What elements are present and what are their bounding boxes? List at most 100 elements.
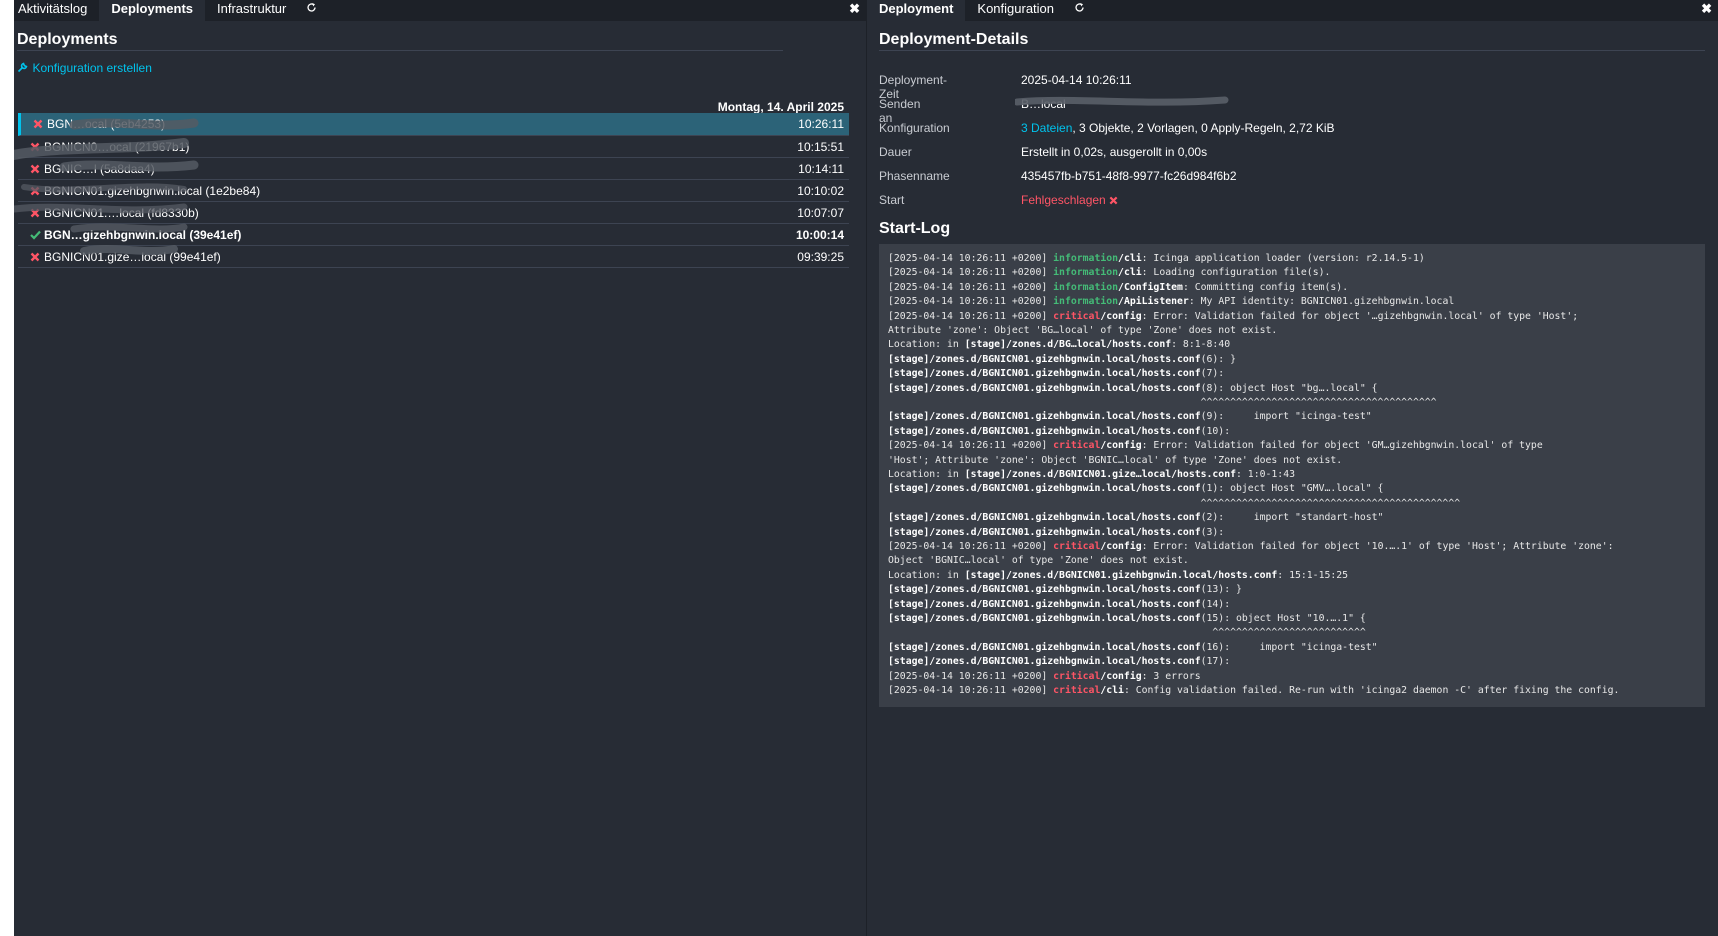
deployment-name: BGN…gizehbgnwin.local (39e41ef): [44, 228, 242, 242]
deployment-row[interactable]: BGNICN01.gizehbgnwin.local (1e2be84) 10:…: [18, 180, 849, 202]
log-facility: /config: [1100, 440, 1142, 452]
log-level: critical: [1053, 310, 1101, 322]
config-summary: , 3 Objekte, 2 Vorlagen, 0 Apply-Regeln,…: [1072, 121, 1335, 135]
log-line: ^^^^^^^^^^^^^^^^^^^^^^^^^^^^^^^^^^^^^^^^: [888, 396, 1437, 410]
log-title: Start-Log: [879, 220, 951, 237]
log-line: [stage]/zones.d/BGNICN01.gizehbgnwin.loc…: [888, 425, 1230, 439]
deployment-name: BGNIC…l (5a8daa4): [44, 162, 155, 176]
deployment-time: 10:00:14: [795, 228, 844, 242]
detail-label: Dauer: [879, 145, 912, 159]
log-line: [stage]/zones.d/BGNICN01.gizehbgnwin.loc…: [888, 367, 1224, 381]
config-files-link[interactable]: 3 Dateien: [1021, 121, 1072, 135]
deployment-row[interactable]: BGNICN0…ocal (21967b1) 10:15:51: [18, 136, 849, 158]
log-message: ^^^^^^^^^^^^^^^^^^^^^^^^^^^^^^^^^^^^^^^^…: [888, 497, 1461, 509]
log-facility: [stage]/zones.d/BGNICN01.gizehbgnwin.loc…: [964, 569, 1278, 581]
log-prefix: Location: in: [888, 469, 965, 480]
start-log: [2025-04-14 10:26:11 +0200] information/…: [879, 244, 1705, 707]
log-prefix: [2025-04-14 10:26:11 +0200]: [888, 440, 1054, 452]
close-icon[interactable]: ✖: [1701, 1, 1712, 17]
log-facility: [stage]/zones.d/BGNICN01.gizehbgnwin.loc…: [888, 526, 1201, 538]
log-line: [stage]/zones.d/BGNICN01.gizehbgnwin.loc…: [888, 598, 1230, 612]
log-facility: /config: [1100, 310, 1142, 322]
deployment-list: BGN…ocal (5eb4253) 10:26:11 BGNICN0…ocal…: [18, 113, 849, 268]
failed-icon: [30, 185, 41, 196]
log-line: [stage]/zones.d/BGNICN01.gizehbgnwin.loc…: [888, 382, 1378, 396]
log-message: : 3 errors: [1141, 670, 1201, 682]
refresh-icon[interactable]: [298, 0, 328, 21]
log-line: Location: in [stage]/zones.d/BG…local/ho…: [888, 338, 1230, 352]
log-level: information: [1053, 267, 1119, 279]
failed-icon: [30, 141, 41, 152]
log-facility: [stage]/zones.d/BG…local/hosts.conf: [964, 339, 1172, 351]
title-divider: [17, 50, 783, 51]
log-message: : Icinga application loader (version: r2…: [1141, 253, 1425, 264]
log-message: : 8:1-8:40: [1171, 339, 1231, 351]
deployment-row[interactable]: BGN…gizehbgnwin.local (39e41ef) 10:00:14: [18, 224, 849, 246]
log-prefix: [2025-04-14 10:26:11 +0200]: [888, 267, 1054, 279]
log-prefix: [2025-04-14 10:26:11 +0200]: [888, 310, 1054, 322]
status-badge: Fehlgeschlagen: [1021, 193, 1106, 207]
log-facility: [stage]/zones.d/BGNICN01.gizehbgnwin.loc…: [888, 353, 1201, 365]
log-line: ^^^^^^^^^^^^^^^^^^^^^^^^^^^^^^^^^^^^^^^^…: [888, 497, 1461, 511]
log-prefix: [2025-04-14 10:26:11 +0200]: [888, 670, 1054, 682]
log-level: critical: [1053, 670, 1101, 682]
deployment-time: 10:07:07: [797, 206, 844, 220]
log-prefix: [2025-04-14 10:26:11 +0200]: [888, 253, 1054, 264]
log-level: information: [1053, 281, 1119, 293]
log-facility: /ConfigItem: [1118, 281, 1183, 293]
tab-activity-log[interactable]: Aktivitätslog: [14, 0, 99, 21]
tab-infrastructure[interactable]: Infrastruktur: [205, 0, 298, 21]
log-line: [stage]/zones.d/BGNICN01.gizehbgnwin.loc…: [888, 353, 1236, 367]
failed-icon: [30, 163, 41, 174]
detail-label: Start: [879, 193, 905, 207]
close-icon[interactable]: ✖: [849, 1, 860, 17]
deployment-row[interactable]: BGNIC…l (5a8daa4) 10:14:11: [18, 158, 849, 180]
deployment-time: 10:26:11: [798, 117, 844, 131]
log-message: (13): }: [1200, 584, 1242, 596]
log-message: : Error: Validation failed for object '1…: [1141, 541, 1614, 552]
log-prefix: [2025-04-14 10:26:11 +0200]: [888, 541, 1054, 552]
log-message: (10):: [1200, 425, 1231, 437]
log-facility: /config: [1100, 541, 1142, 552]
log-line: [stage]/zones.d/BGNICN01.gizehbgnwin.loc…: [888, 655, 1230, 669]
detail-value: 435457fb-b751-48f8-9977-fc26d984f6b2: [1021, 169, 1237, 183]
log-message: (3):: [1200, 526, 1225, 538]
log-line: [stage]/zones.d/BGNICN01.gizehbgnwin.loc…: [888, 482, 1383, 496]
deployment-row[interactable]: BGNICN01.…local (fd8330b) 10:07:07: [18, 202, 849, 224]
right-pane: Deployment Konfiguration ✖ Deployment-De…: [867, 0, 1718, 936]
log-facility: /config: [1100, 670, 1142, 682]
refresh-icon[interactable]: [1066, 0, 1096, 21]
log-message: : 15:1-15:25: [1277, 569, 1349, 581]
create-config-link[interactable]: Konfiguration erstellen: [17, 59, 152, 77]
log-message: (7):: [1200, 368, 1225, 380]
detail-value: Fehlgeschlagen: [1021, 193, 1118, 207]
deployment-name: BGNICN01.…local (fd8330b): [44, 206, 199, 220]
create-config-label: Konfiguration erstellen: [32, 61, 152, 75]
log-line: Location: in [stage]/zones.d/BGNICN01.gi…: [888, 569, 1348, 583]
log-level: information: [1053, 296, 1119, 308]
deployment-row[interactable]: BGN…ocal (5eb4253) 10:26:11: [18, 113, 849, 136]
log-line: [2025-04-14 10:26:11 +0200] information/…: [888, 266, 1330, 280]
deployment-row[interactable]: BGNICN01.gize…local (99e41ef) 09:39:25: [18, 246, 849, 268]
log-line: [stage]/zones.d/BGNICN01.gizehbgnwin.loc…: [888, 526, 1224, 540]
deployment-time: 10:14:11: [798, 162, 844, 176]
failed-icon: [1109, 193, 1118, 207]
log-facility: [stage]/zones.d/BGNICN01.gizehbgnwin.loc…: [888, 512, 1201, 524]
log-prefix: Location: in: [888, 569, 965, 581]
tab-configuration[interactable]: Konfiguration: [965, 0, 1066, 21]
wrench-icon: [17, 59, 32, 76]
log-line: [stage]/zones.d/BGNICN01.gizehbgnwin.loc…: [888, 410, 1372, 424]
failed-icon: [30, 251, 41, 262]
tab-deployment[interactable]: Deployment: [867, 0, 966, 21]
log-line: [2025-04-14 10:26:11 +0200] information/…: [888, 281, 1348, 295]
log-line: [2025-04-14 10:26:11 +0200] critical/con…: [888, 439, 1543, 453]
log-line: [stage]/zones.d/BGNICN01.gizehbgnwin.loc…: [888, 583, 1242, 597]
log-message: : Config validation failed. Re-run with …: [1123, 685, 1620, 696]
log-prefix: [2025-04-14 10:26:11 +0200]: [888, 281, 1054, 293]
date-header: Montag, 14. April 2025: [717, 100, 844, 114]
log-prefix: [2025-04-14 10:26:11 +0200]: [888, 296, 1054, 308]
tab-deployments[interactable]: Deployments: [99, 0, 206, 21]
detail-value: 3 Dateien, 3 Objekte, 2 Vorlagen, 0 Appl…: [1021, 121, 1335, 135]
log-level: critical: [1053, 541, 1101, 552]
log-message: : Error: Validation failed for object 'G…: [1141, 440, 1543, 452]
